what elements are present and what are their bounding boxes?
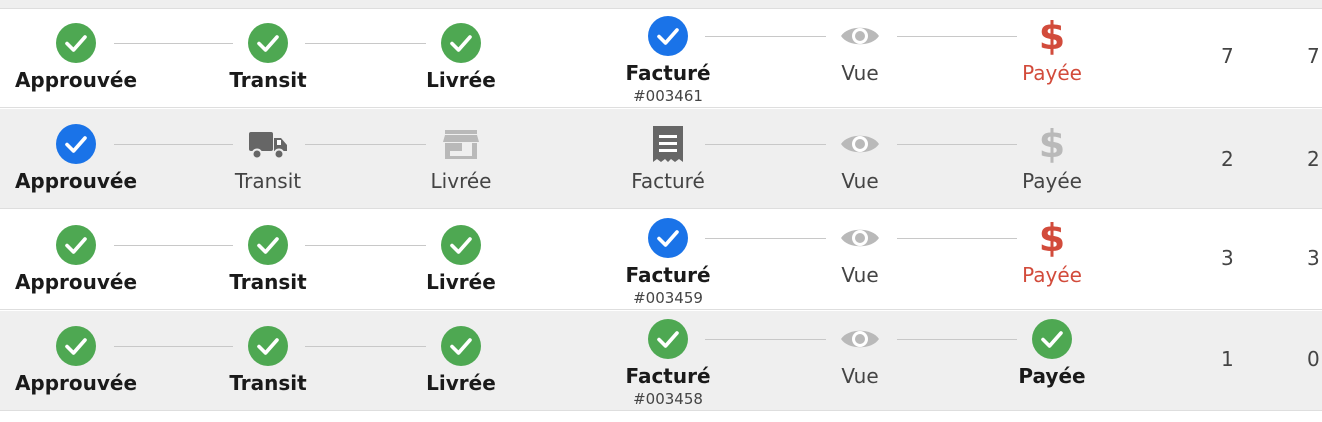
- status-label: Vue: [841, 169, 879, 193]
- status-label: Payée: [1022, 61, 1082, 85]
- eye-icon: [840, 16, 880, 56]
- status-step: Payée: [972, 311, 1132, 411]
- status-label: Payée: [1022, 263, 1082, 287]
- status-label: Approuvée: [14, 169, 138, 193]
- store-icon: [441, 124, 481, 164]
- eye-icon: [840, 218, 880, 258]
- check-icon: [441, 326, 481, 366]
- check-icon: [1032, 319, 1072, 359]
- status-label: Vue: [841, 364, 879, 388]
- status-label: Livrée: [426, 68, 496, 92]
- status-step: Approuvée: [0, 109, 156, 209]
- check-icon: [648, 319, 688, 359]
- status-step: Facturé #003461: [588, 8, 748, 108]
- svg-text:$: $: [1039, 218, 1065, 258]
- quantity-cell: 3: [1221, 246, 1234, 270]
- status-step: Livrée: [381, 8, 541, 108]
- status-label: Approuvée: [14, 371, 138, 395]
- status-step: Facturé: [588, 109, 748, 209]
- check-icon: [56, 124, 96, 164]
- status-step: Transit: [188, 311, 348, 411]
- status-label: Payée: [1022, 169, 1082, 193]
- quantity-cell-secondary: 7: [1307, 44, 1320, 68]
- quantity-cell: 7: [1221, 44, 1234, 68]
- status-label: Transit: [229, 68, 307, 92]
- status-step: $ Payée: [972, 210, 1132, 310]
- status-label: Vue: [841, 263, 879, 287]
- check-icon: [441, 225, 481, 265]
- status-step: Approuvée: [0, 311, 156, 411]
- status-step: Livrée: [381, 109, 541, 209]
- table-row[interactable]: Approuvée Transit Livrée Facturé #003458 Vue P…: [0, 311, 1322, 411]
- status-label: Livrée: [430, 169, 492, 193]
- receipt-icon: [648, 124, 688, 164]
- status-label: Facturé: [625, 61, 711, 85]
- check-icon: [648, 218, 688, 258]
- table-row[interactable]: Approuvée Transit Livrée Facturé #003459 Vue $…: [0, 210, 1322, 310]
- svg-text:$: $: [1039, 124, 1065, 164]
- check-icon: [56, 23, 96, 63]
- check-icon: [648, 16, 688, 56]
- status-step: Vue: [780, 311, 940, 411]
- status-label: Facturé: [625, 364, 711, 388]
- status-label: Approuvée: [14, 270, 138, 294]
- status-label: Transit: [229, 371, 307, 395]
- status-step: Facturé #003459: [588, 210, 748, 310]
- status-label: Facturé: [625, 263, 711, 287]
- check-icon: [248, 225, 288, 265]
- truck-icon: [248, 124, 288, 164]
- status-label: Vue: [841, 61, 879, 85]
- quantity-cell-secondary: 0: [1307, 347, 1320, 371]
- table-row[interactable]: Approuvée Transit Livrée Facturé #003461 Vue $…: [0, 8, 1322, 108]
- dollar-icon: $: [1032, 218, 1072, 258]
- status-step: Livrée: [381, 311, 541, 411]
- status-step: Facturé #003458: [588, 311, 748, 411]
- invoice-number-link[interactable]: #003461: [588, 87, 748, 105]
- status-label: Facturé: [631, 169, 705, 193]
- status-label: Approuvée: [14, 68, 138, 92]
- svg-text:$: $: [1039, 16, 1065, 56]
- status-step: Transit: [188, 210, 348, 310]
- table-row[interactable]: Approuvée Transit Livrée Facturé Vue $ Payée 2 2: [0, 109, 1322, 209]
- quantity-cell: 2: [1221, 147, 1234, 171]
- status-step: Livrée: [381, 210, 541, 310]
- invoice-number-link[interactable]: #003459: [588, 289, 748, 307]
- invoice-number-link[interactable]: #003458: [588, 390, 748, 408]
- quantity-cell-secondary: 3: [1307, 246, 1320, 270]
- status-step: Approuvée: [0, 8, 156, 108]
- dollar-icon: $: [1032, 16, 1072, 56]
- status-step: $ Payée: [972, 109, 1132, 209]
- status-step: Transit: [188, 109, 348, 209]
- status-label: Transit: [229, 270, 307, 294]
- status-step: Approuvée: [0, 210, 156, 310]
- status-label: Transit: [234, 169, 302, 193]
- status-step: Vue: [780, 109, 940, 209]
- status-step: Transit: [188, 8, 348, 108]
- check-icon: [441, 23, 481, 63]
- eye-icon: [840, 124, 880, 164]
- quantity-cell-secondary: 2: [1307, 147, 1320, 171]
- status-label: Livrée: [426, 270, 496, 294]
- check-icon: [56, 225, 96, 265]
- dollar-icon: $: [1032, 124, 1072, 164]
- status-step: Vue: [780, 210, 940, 310]
- check-icon: [248, 23, 288, 63]
- check-icon: [56, 326, 96, 366]
- status-step: Vue: [780, 8, 940, 108]
- status-step: $ Payée: [972, 8, 1132, 108]
- quantity-cell: 1: [1221, 347, 1234, 371]
- status-label: Payée: [1018, 364, 1086, 388]
- eye-icon: [840, 319, 880, 359]
- check-icon: [248, 326, 288, 366]
- status-label: Livrée: [426, 371, 496, 395]
